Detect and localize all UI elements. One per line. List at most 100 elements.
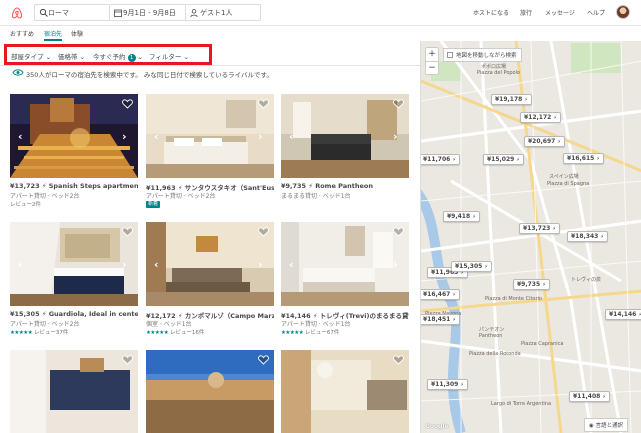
next-photo-arrow-icon[interactable]: › (393, 130, 401, 143)
eye-icon (12, 69, 24, 76)
heart-icon[interactable] (122, 227, 133, 237)
heart-icon[interactable] (393, 99, 404, 109)
price-pin[interactable]: ¥15,305 ⚡ (451, 261, 492, 272)
listing-photo[interactable]: ‹ › (146, 222, 274, 306)
pin-price: ¥15,029 (487, 156, 515, 163)
prev-photo-arrow-icon[interactable]: ‹ (289, 258, 297, 271)
instant-book-bolt-icon: ⚡ (553, 115, 557, 121)
heart-icon[interactable] (258, 99, 269, 109)
map-label: トレヴィの泉 (571, 277, 602, 283)
star-rating: ★★★★★ (281, 330, 304, 336)
listing-photo[interactable] (281, 350, 409, 433)
map-label: Piazza Capranica (521, 341, 564, 347)
map-label: Piazza del Popolo (477, 70, 521, 76)
listing-photo[interactable] (146, 350, 274, 433)
heart-icon[interactable] (122, 99, 133, 109)
next-photo-arrow-icon[interactable]: › (122, 130, 130, 143)
search-activity-notice: 350人がローマの宿泊先を検索中です。 みな同じ日付で検索しているライバルです。 (12, 69, 273, 79)
messages-link[interactable]: メッセージ (545, 8, 575, 17)
price-pin[interactable]: ¥20,697 ⚡ (524, 136, 565, 147)
next-photo-arrow-icon[interactable]: › (258, 130, 266, 143)
prev-photo-arrow-icon[interactable]: ‹ (18, 130, 26, 143)
instant-book-bolt-icon: ⚡ (452, 292, 456, 298)
listing-photo[interactable]: ‹ › (281, 94, 409, 178)
price-pin[interactable]: ¥16,615 ⚡ (563, 153, 604, 164)
heart-icon[interactable] (122, 355, 133, 365)
instant-book-bolt-icon: ⚡ (602, 394, 606, 400)
guest-count-field[interactable]: ゲスト1人 (186, 4, 261, 21)
tab-experiences[interactable]: 体験 (71, 29, 83, 38)
heart-icon[interactable] (393, 227, 404, 237)
prev-photo-arrow-icon[interactable]: ‹ (154, 258, 162, 271)
instant-book-bolt-icon: ⚡ (600, 234, 604, 240)
heart-icon[interactable] (258, 227, 269, 237)
price-pin[interactable]: ¥16,467 ⚡ (421, 289, 460, 300)
heart-icon[interactable] (393, 355, 404, 365)
listing-reviews: レビュー2件 (10, 202, 41, 208)
listing-type: アパート貸切 · ベッド1台 (281, 321, 351, 328)
pin-price: ¥11,309 (431, 381, 459, 388)
prev-photo-arrow-icon[interactable]: ‹ (289, 130, 297, 143)
listing-title: Guardiola, Ideal in center Rome (48, 310, 138, 318)
listing-type: アパート貸切 · ベッド2台 (10, 321, 80, 328)
zoom-in-button[interactable]: + (426, 48, 438, 61)
map-label: Piazza della Rotonda (469, 351, 521, 357)
help-link[interactable]: ヘルプ (587, 8, 605, 17)
instant-book-bolt-icon: ⚡ (542, 282, 546, 288)
instant-book-bolt-icon: ⚡ (452, 157, 456, 163)
category-tabs: おすすめ 宿泊先 体験 (0, 26, 641, 41)
price-pin[interactable]: ¥15,029 ⚡ (483, 154, 524, 165)
pin-price: ¥18,343 (571, 233, 599, 240)
price-pin[interactable]: ¥14,146 ⚡ (605, 309, 641, 320)
tab-homes[interactable]: 宿泊先 (44, 29, 63, 41)
zoom-out-button[interactable]: − (426, 61, 438, 74)
listing-reviews: ★★★★★ レビュー67件 (281, 328, 339, 336)
map-label: パンテオン (479, 327, 505, 333)
price-pin[interactable]: ¥11,309 ⚡ (427, 379, 468, 390)
google-attribution: Google (425, 423, 449, 430)
date-range-value: 9月1日 - 9月8日 (123, 9, 176, 17)
pin-price: ¥14,146 (609, 311, 637, 318)
become-host-link[interactable]: ホストになる (473, 8, 509, 17)
search-value: ローマ (48, 9, 69, 17)
next-photo-arrow-icon[interactable]: › (122, 258, 130, 271)
instant-book-bolt-icon: ⚡ (41, 182, 47, 190)
date-range-field[interactable]: 9月1日 - 9月8日 (110, 4, 186, 21)
listing-reviews: ★★★★★ レビュー16件 (146, 328, 204, 336)
price-pin[interactable]: ¥9,418 ⚡ (443, 211, 480, 222)
user-avatar[interactable] (616, 5, 630, 19)
listing-photo[interactable]: ‹ › (10, 222, 138, 306)
pin-price: ¥15,305 (455, 263, 483, 270)
prev-photo-arrow-icon[interactable]: ‹ (154, 130, 162, 143)
instant-book-bolt-icon: ⚡ (41, 310, 47, 318)
listing-title: Rome Pantheon (315, 182, 373, 190)
prev-photo-arrow-icon[interactable]: ‹ (18, 258, 26, 271)
guest-icon (190, 9, 198, 18)
search-as-map-moves-checkbox[interactable]: 地図を移動しながら検索 (443, 48, 522, 62)
next-photo-arrow-icon[interactable]: › (393, 258, 401, 271)
tab-recommended[interactable]: おすすめ (10, 29, 34, 38)
listing-photo[interactable]: ‹ › (281, 222, 409, 306)
price-pin[interactable]: ¥11,706 ⚡ (421, 154, 460, 165)
price-pin[interactable]: ¥18,343 ⚡ (567, 231, 608, 242)
listing-photo[interactable] (10, 350, 138, 433)
price-pin[interactable]: ¥18,451 ⚡ (421, 314, 460, 325)
language-translate-button[interactable]: ◉ 言語と通訳 (584, 418, 629, 432)
instant-book-bolt-icon: ⚡ (460, 382, 464, 388)
price-pin[interactable]: ¥9,735 ⚡ (513, 279, 550, 290)
listing-price: ¥15,305 (10, 310, 40, 318)
next-photo-arrow-icon[interactable]: › (258, 258, 266, 271)
search-map[interactable]: + − 地図を移動しながら検索 ポポロ広場 Piazza del Popolo … (420, 41, 641, 433)
location-search-input[interactable]: ローマ (34, 4, 110, 21)
listing-photo[interactable]: ‹ › (146, 94, 274, 178)
airbnb-logo-icon[interactable] (10, 6, 24, 20)
price-pin[interactable]: ¥11,408 ⚡ (569, 391, 610, 402)
listing-title-line: ¥15,305 ⚡ Guardiola, Ideal in center Rom… (10, 310, 138, 318)
price-pin[interactable]: ¥12,172 ⚡ (520, 112, 561, 123)
listing-photo[interactable]: ‹ › (10, 94, 138, 178)
price-pin[interactable]: ¥19,178 ⚡ (491, 94, 532, 105)
star-rating: ★★★★★ (146, 330, 169, 336)
heart-icon[interactable] (258, 355, 269, 365)
price-pin[interactable]: ¥13,723 ⚡ (519, 223, 560, 234)
trips-link[interactable]: 旅行 (520, 8, 532, 17)
